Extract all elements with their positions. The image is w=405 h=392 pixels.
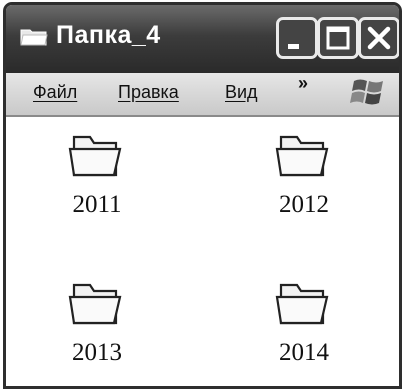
explorer-window: Папка_4 Файл Правка Вид » 2011 2012 2013… <box>3 2 402 389</box>
folder-label: 2012 <box>279 191 329 218</box>
menu-view[interactable]: Вид <box>225 82 258 103</box>
windows-logo-icon <box>350 79 383 105</box>
folder-icon <box>20 29 48 46</box>
maximize-button[interactable] <box>317 17 359 59</box>
minimize-icon <box>288 44 299 49</box>
minimize-button[interactable] <box>276 17 318 59</box>
folder-item[interactable]: 2012 <box>249 117 359 247</box>
folder-label: 2014 <box>279 339 329 366</box>
folder-label: 2011 <box>72 191 122 218</box>
title-bar[interactable]: Папка_4 <box>6 5 399 73</box>
maximize-icon <box>326 26 350 50</box>
menu-bar: Файл Правка Вид » <box>6 73 399 117</box>
folder-view: 2011 2012 2013 2014 <box>6 117 399 386</box>
window-title: Папка_4 <box>56 21 161 49</box>
folder-item[interactable]: 2011 <box>42 117 152 247</box>
close-button[interactable] <box>358 17 399 59</box>
close-icon <box>367 26 391 50</box>
menu-overflow-chevron[interactable]: » <box>298 73 308 94</box>
folder-icon <box>275 283 329 325</box>
folder-icon <box>275 135 329 177</box>
folder-item[interactable]: 2014 <box>249 265 359 386</box>
folder-label: 2013 <box>72 339 122 366</box>
folder-item[interactable]: 2013 <box>42 265 152 386</box>
folder-icon <box>68 283 122 325</box>
menu-file[interactable]: Файл <box>33 82 77 103</box>
menu-edit[interactable]: Правка <box>118 82 179 103</box>
folder-icon <box>68 135 122 177</box>
